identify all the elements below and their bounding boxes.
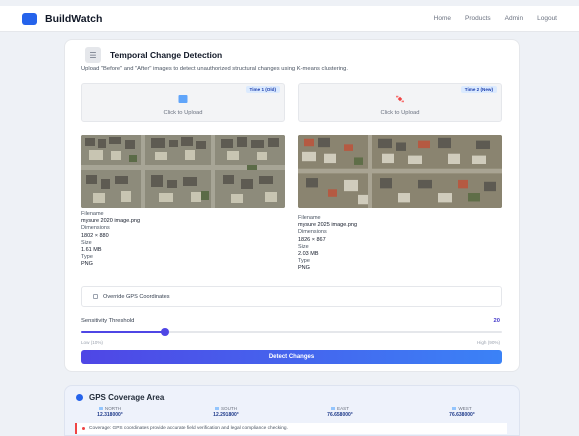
coord-west-value: 76.638000° [449, 412, 475, 418]
filename-label: Filename [298, 215, 321, 221]
south-icon [214, 407, 219, 410]
coord-south-label: SOUTH [220, 406, 238, 411]
top-navbar: BuildWatch Home Products Admin Logout [0, 6, 579, 32]
coord-south-value: 12.291800° [213, 412, 239, 418]
type-value: PNG [81, 261, 93, 268]
coord-east-label: EAST [337, 406, 349, 411]
slider-min-label: Low (10%) [81, 340, 103, 345]
type-label: Type [298, 258, 310, 265]
size-label: Size [81, 239, 92, 246]
before-satellite-image [81, 135, 285, 208]
type-label: Type [81, 254, 93, 261]
west-icon [452, 407, 457, 410]
brand[interactable]: BuildWatch [22, 12, 103, 25]
coord-north: NORTH 12.318000° [75, 406, 145, 418]
type-value: PNG [298, 265, 310, 272]
coord-west: WEST 76.638000° [427, 406, 497, 418]
size-value: 2.03 MB [298, 251, 319, 258]
nav-links: Home Products Admin Logout [434, 15, 557, 22]
nav-link-products[interactable]: Products [465, 15, 491, 22]
filename-label: Filename [81, 211, 104, 217]
time1-badge: Time 1 (Old) [245, 86, 280, 93]
size-label: Size [298, 243, 309, 250]
upload-label-time2: Click to Upload [380, 110, 420, 116]
dimensions-label: Dimensions [81, 225, 110, 232]
gps-override-checkbox[interactable] [93, 294, 98, 299]
card-header: ☰ Temporal Change Detection [85, 47, 222, 63]
east-icon [331, 407, 335, 410]
dimensions-value: 1826 × 867 [298, 236, 326, 243]
size-value: 1.61 MB [81, 247, 102, 254]
upload-box-time1[interactable]: Time 1 (Old) Click to Upload [81, 83, 285, 122]
upload-label-time1: Click to Upload [163, 110, 203, 116]
map-pin-icon [82, 427, 85, 430]
gps-note-text: Coverage: GPS coordinates provide accura… [89, 426, 288, 431]
brand-logo-icon [22, 12, 37, 25]
filename-value: mysure 2020 image.png [81, 218, 141, 225]
coord-east-value: 76.658000° [327, 412, 353, 418]
gps-header: GPS Coverage Area [76, 393, 164, 402]
gps-coverage-card: GPS Coverage Area NORTH 12.318000° SOUTH… [64, 385, 520, 436]
change-detection-card: ☰ Temporal Change Detection Upload "Befo… [64, 39, 520, 372]
sensitivity-value: 20 [493, 318, 500, 324]
slider-max-label: High (90%) [477, 340, 500, 345]
nav-link-home[interactable]: Home [434, 15, 451, 22]
satellite-icon [396, 95, 404, 103]
dimensions-label: Dimensions [298, 229, 327, 236]
document-icon: ☰ [85, 47, 101, 63]
page-title: Temporal Change Detection [110, 50, 223, 60]
dimensions-value: 1802 × 880 [81, 232, 109, 239]
slider-thumb[interactable] [161, 328, 169, 336]
nav-link-logout[interactable]: Logout [537, 15, 557, 22]
gps-title: GPS Coverage Area [89, 393, 165, 402]
card-description: Upload "Before" and "After" images to de… [81, 66, 348, 72]
filename-value: mysure 2025 image.png [298, 222, 358, 229]
coord-west-label: WEST [458, 406, 472, 411]
after-image-metadata: Filename mysure 2025 image.png Dimension… [298, 215, 357, 273]
coord-south: SOUTH 12.291800° [191, 406, 261, 418]
nav-link-admin[interactable]: Admin [505, 15, 523, 22]
coord-north-label: NORTH [104, 406, 122, 411]
calendar-icon [178, 95, 188, 103]
gps-override-label: Override GPS Coordinates [103, 293, 170, 300]
globe-icon [76, 394, 83, 401]
slider-fill [81, 331, 165, 333]
coord-east: EAST 76.658000° [305, 406, 375, 418]
sensitivity-slider[interactable] [81, 328, 502, 336]
gps-override-toggle[interactable]: Override GPS Coordinates [81, 286, 502, 307]
detect-changes-button[interactable]: Detect Changes [81, 350, 502, 364]
after-satellite-image [298, 135, 502, 208]
gps-coverage-note: Coverage: GPS coordinates provide accura… [75, 423, 507, 434]
time2-badge: Time 2 (New) [460, 86, 497, 93]
upload-box-time2[interactable]: Time 2 (New) Click to Upload [298, 83, 502, 122]
north-icon [98, 407, 103, 410]
sensitivity-label: Sensitivity Threshold [81, 318, 135, 324]
brand-name: BuildWatch [45, 12, 103, 25]
before-image-metadata: Filename mysure 2020 image.png Dimension… [81, 211, 140, 269]
coord-north-value: 12.318000° [97, 412, 123, 418]
